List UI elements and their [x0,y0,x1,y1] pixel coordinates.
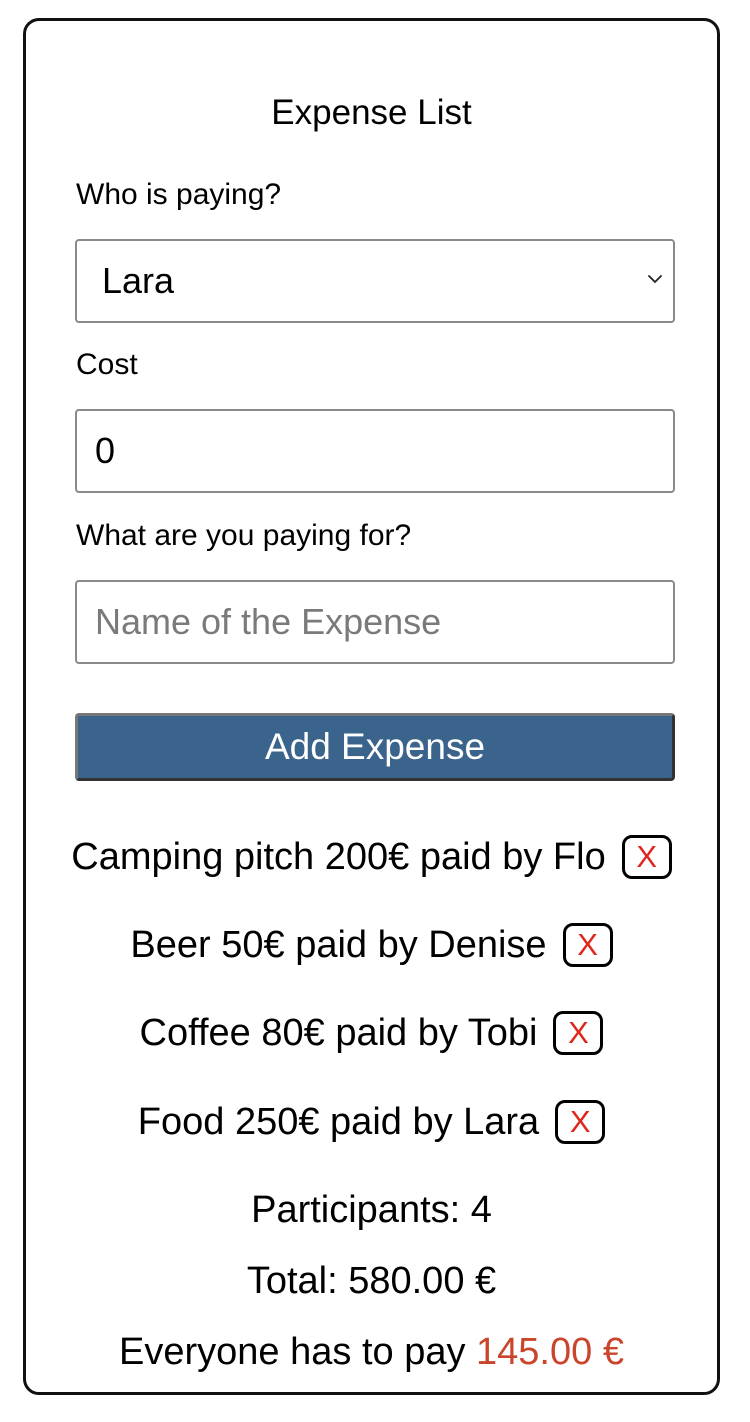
list-item: Food 250€ paid by Lara X [26,1095,717,1149]
expense-name-label: What are you paying for? [76,519,412,552]
expense-text: Coffee 80€ paid by Tobi [139,1012,538,1054]
list-item: Beer 50€ paid by Denise X [26,918,717,972]
delete-expense-button[interactable]: X [553,1011,604,1055]
share-amount: 145.00 € [476,1331,624,1373]
share-prefix: Everyone has to pay [119,1331,466,1373]
expense-name-input[interactable] [75,580,675,664]
payer-label: Who is paying? [76,178,282,211]
payer-selected-value: Lara [102,260,175,301]
total-amount: Total: 580.00 € [246,1260,497,1302]
participants-count: Participants: 4 [251,1189,492,1231]
list-item: Camping pitch 200€ paid by Flo X [26,830,717,884]
payer-select[interactable]: Lara [75,239,675,323]
page-title: Expense List [271,93,472,132]
list-item: Coffee 80€ paid by Tobi X [26,1006,717,1060]
expense-card: Expense List Who is paying? Lara Cost Wh… [23,18,720,1395]
share-line: Everyone has to pay 145.00 € [26,1328,717,1376]
expense-text: Camping pitch 200€ paid by Flo [71,836,606,878]
expense-text: Food 250€ paid by Lara [137,1101,540,1143]
delete-expense-button[interactable]: X [621,835,672,879]
cost-label: Cost [76,348,138,381]
expense-text: Beer 50€ paid by Denise [130,924,547,966]
delete-expense-button[interactable]: X [555,1100,606,1144]
add-expense-button[interactable]: Add Expense [75,713,675,781]
cost-input[interactable] [75,409,675,493]
chevron-down-icon [648,275,662,283]
delete-expense-button[interactable]: X [562,923,613,967]
